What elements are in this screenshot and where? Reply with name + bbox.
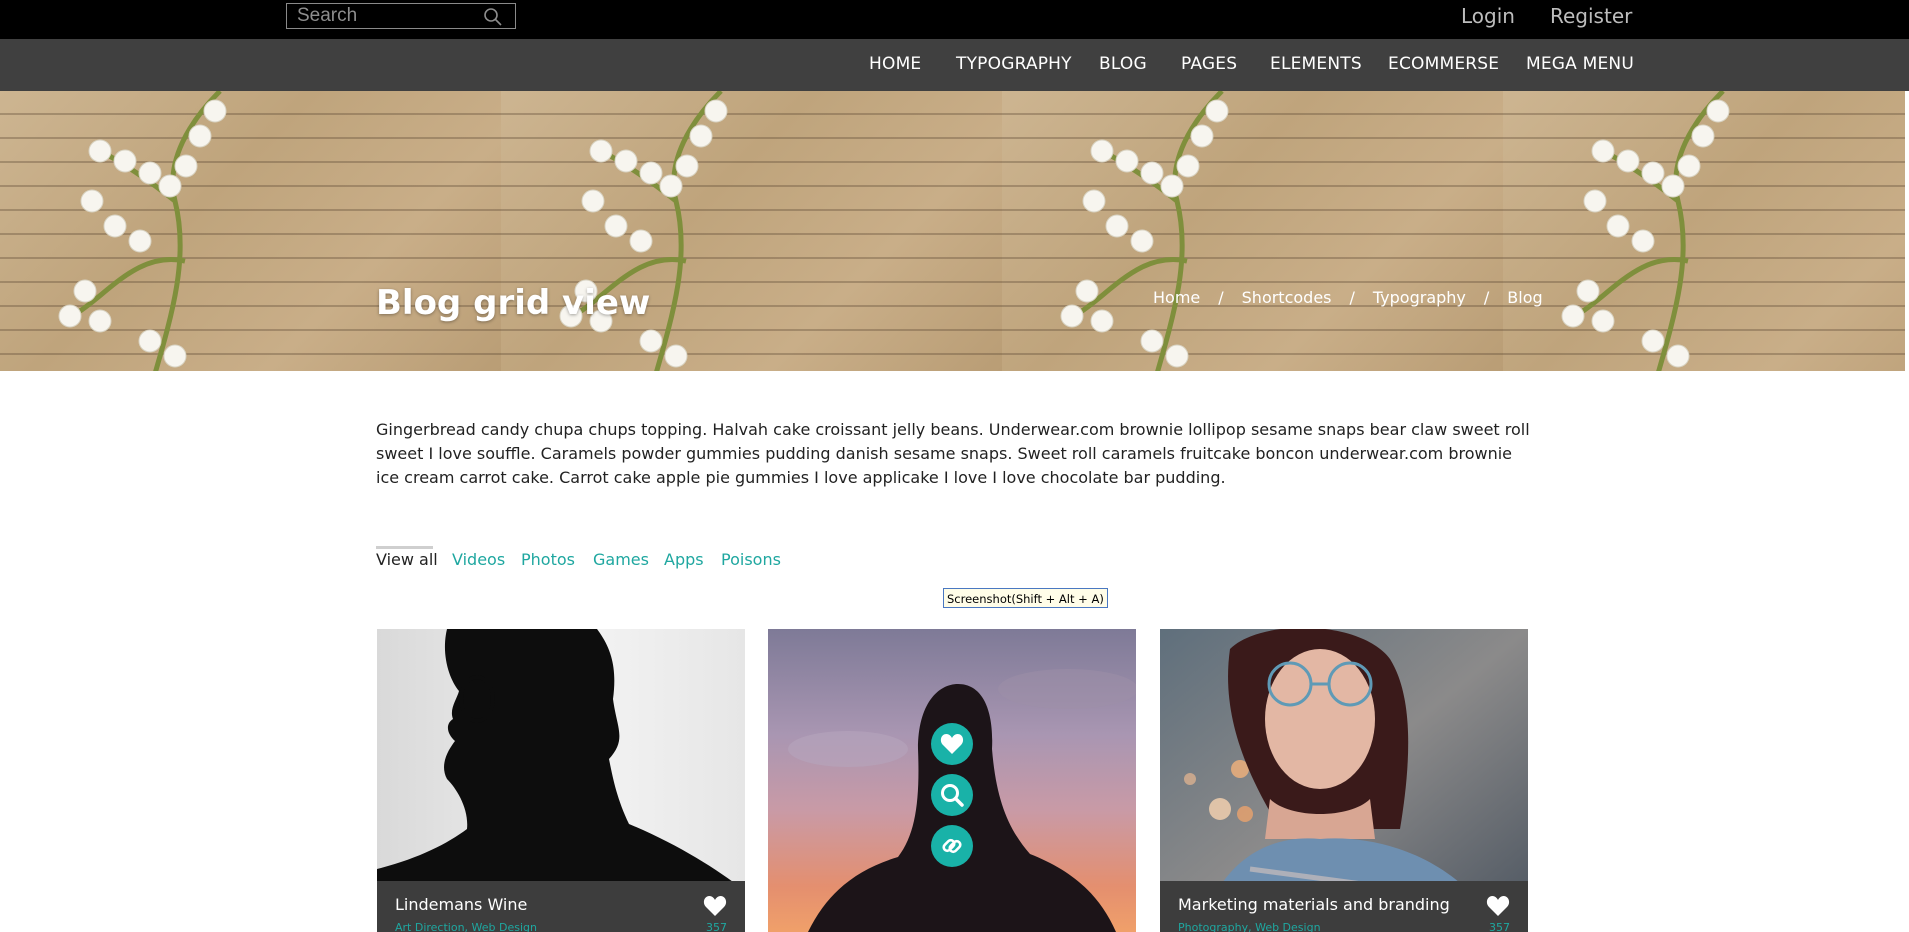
link-icon xyxy=(942,838,962,854)
nav-item-mega-menu[interactable]: MEGA MENU xyxy=(1526,54,1634,74)
card-categories[interactable]: Photography, Web Design xyxy=(1178,921,1321,932)
register-link[interactable]: Register xyxy=(1550,4,1632,28)
screenshot-tooltip: Screenshot(Shift + Alt + A) xyxy=(943,588,1108,608)
page-title: Blog grid view xyxy=(376,283,651,323)
breadcrumb-separator: / xyxy=(1349,288,1355,307)
card-title[interactable]: Marketing materials and branding xyxy=(1178,895,1450,914)
nav-item-pages[interactable]: PAGES xyxy=(1181,54,1237,74)
nav-item-ecommerse[interactable]: ECOMMERSE xyxy=(1388,54,1499,74)
breadcrumb-typography[interactable]: Typography xyxy=(1373,288,1466,307)
card-like-count: 357 xyxy=(706,921,727,932)
breadcrumb-current: Blog xyxy=(1507,288,1543,307)
breadcrumb-separator: / xyxy=(1218,288,1224,307)
nav-item-home[interactable]: HOME xyxy=(869,54,921,74)
heart-icon[interactable] xyxy=(703,895,727,917)
heart-icon[interactable] xyxy=(1486,895,1510,917)
card-caption: Marketing materials and branding Photogr… xyxy=(1160,881,1528,932)
card-title[interactable]: Lindemans Wine xyxy=(395,895,527,914)
card-like-count: 357 xyxy=(1489,921,1510,932)
like-button[interactable] xyxy=(931,723,973,765)
nav-item-blog[interactable]: BLOG xyxy=(1099,54,1147,74)
filter-view-all[interactable]: View all xyxy=(376,546,438,569)
search-icon xyxy=(941,784,964,807)
filter-games[interactable]: Games xyxy=(593,550,649,569)
banner-flower-image xyxy=(1002,91,1503,371)
breadcrumb-shortcodes[interactable]: Shortcodes xyxy=(1242,288,1332,307)
filter-photos[interactable]: Photos xyxy=(521,550,575,569)
breadcrumb-separator: / xyxy=(1483,288,1490,307)
card-caption: Lindemans Wine Art Direction, Web Design… xyxy=(377,881,745,932)
banner-flower-image xyxy=(0,91,501,371)
zoom-button[interactable] xyxy=(931,774,973,816)
flower-decoration xyxy=(1561,91,1730,371)
page-header-banner: Blog grid view Home / Shortcodes / Typograph… xyxy=(0,91,1905,371)
main-nav: HOME TYPOGRAPHY BLOG PAGES ELEMENTS ECOM… xyxy=(0,39,1909,91)
flower-decoration xyxy=(1060,91,1229,371)
intro-paragraph: Gingerbread candy chupa chups topping. H… xyxy=(376,420,1530,487)
search-box xyxy=(286,3,516,29)
filter-videos[interactable]: Videos xyxy=(452,550,505,569)
search-icon[interactable] xyxy=(483,7,503,27)
card-categories[interactable]: Art Direction, Web Design xyxy=(395,921,537,932)
flower-decoration xyxy=(58,91,227,371)
portfolio-card[interactable] xyxy=(768,629,1136,932)
filter-poisons[interactable]: Poisons xyxy=(721,550,781,569)
breadcrumb: Home / Shortcodes / Typography / Blog xyxy=(1153,288,1543,307)
nav-item-elements[interactable]: ELEMENTS xyxy=(1270,54,1362,74)
banner-flower-image xyxy=(1503,91,1905,371)
portfolio-card[interactable]: Marketing materials and branding Photogr… xyxy=(1160,629,1528,932)
nav-item-typography[interactable]: TYPOGRAPHY xyxy=(956,54,1072,74)
portfolio-card[interactable]: Lindemans Wine Art Direction, Web Design… xyxy=(377,629,745,932)
heart-icon xyxy=(940,734,964,754)
flower-decoration xyxy=(559,91,728,371)
link-button[interactable] xyxy=(931,825,973,867)
top-bar: Login Register xyxy=(0,0,1909,39)
breadcrumb-home[interactable]: Home xyxy=(1153,288,1200,307)
banner-flower-image xyxy=(501,91,1002,371)
search-input[interactable] xyxy=(297,6,477,26)
login-link[interactable]: Login xyxy=(1461,4,1515,28)
filter-apps[interactable]: Apps xyxy=(664,550,704,569)
